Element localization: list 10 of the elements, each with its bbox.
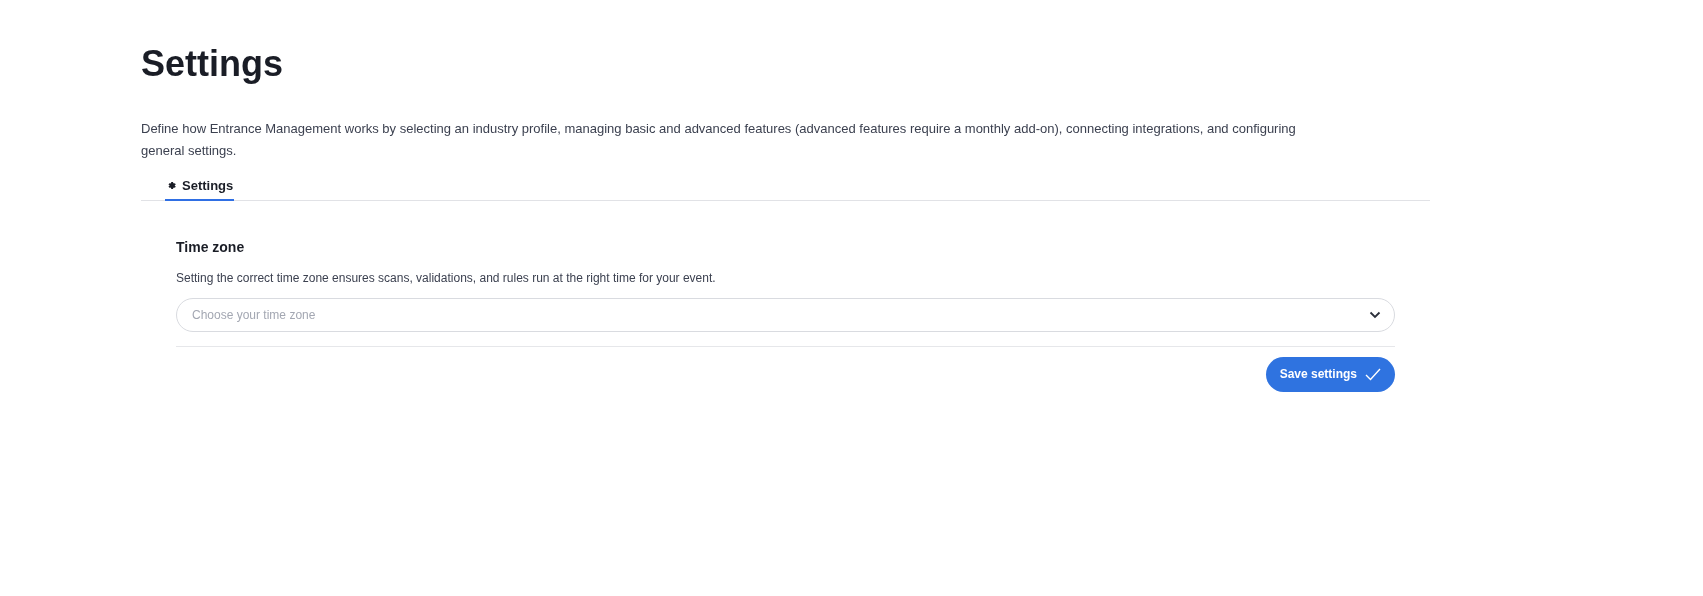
save-settings-button[interactable]: Save settings bbox=[1265, 356, 1395, 392]
page-description: Define how Entrance Management works by selecting an industry profile, managing basic and advanced features (advanced features require a monthly add-on), connecting integrations, and configuring general settings. bbox=[141, 120, 1297, 160]
time-zone-select[interactable]: Choose your time zone bbox=[176, 297, 1395, 332]
page-title: Settings bbox=[141, 42, 283, 86]
section-description: Setting the correct time zone ensures scans, validations, and rules run at the right time for your event. bbox=[176, 269, 717, 287]
section-heading: Time zone bbox=[176, 237, 246, 257]
gear-icon bbox=[166, 180, 177, 192]
check-icon bbox=[1365, 367, 1381, 381]
chevron-down-icon bbox=[1369, 310, 1381, 319]
settings-tab[interactable]: Settings bbox=[165, 176, 235, 201]
